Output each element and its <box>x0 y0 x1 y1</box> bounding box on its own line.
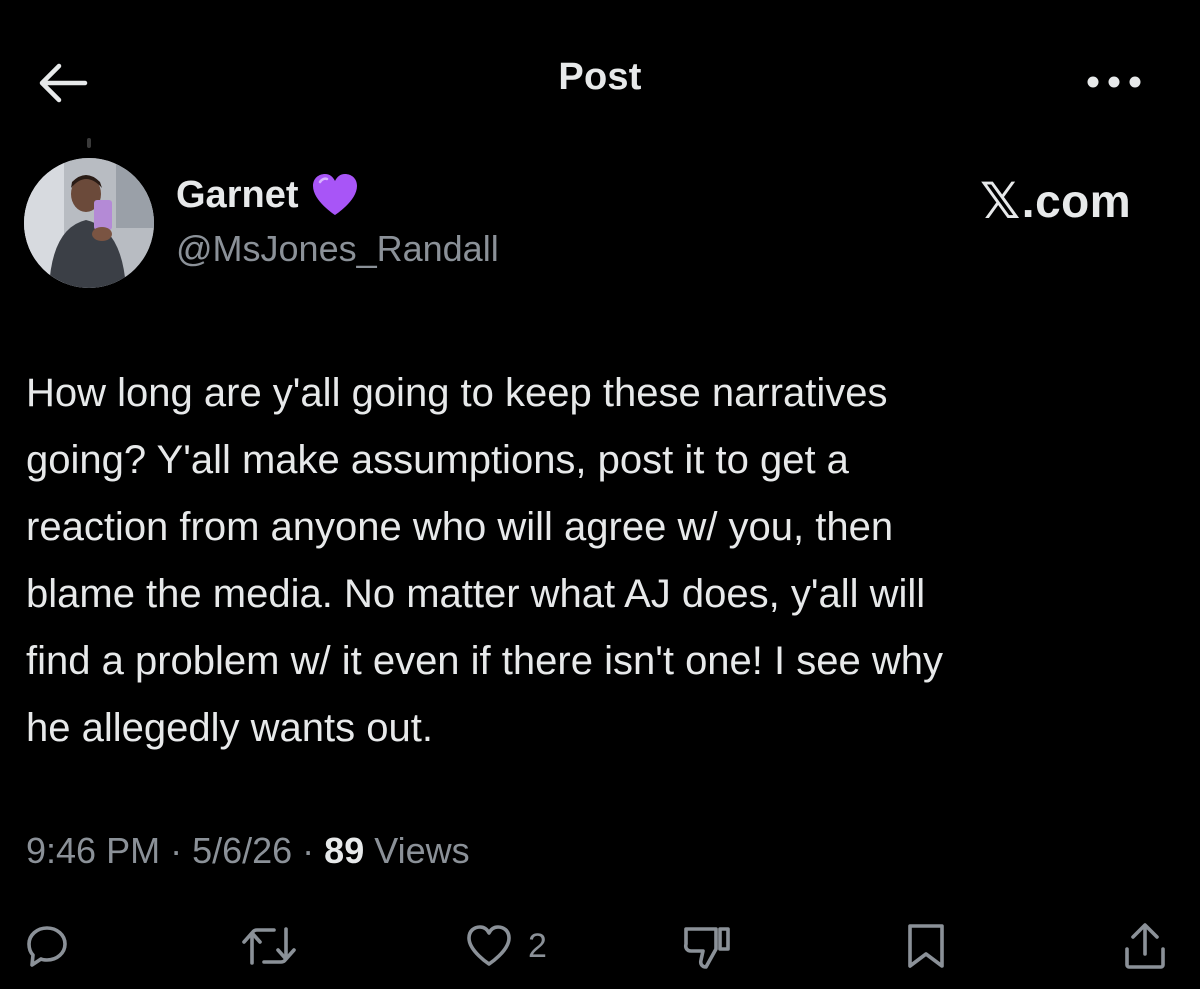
heart-outline-icon <box>467 925 511 966</box>
post-time[interactable]: 9:46 PM <box>26 830 160 872</box>
repost-button[interactable] <box>240 916 298 976</box>
meta-separator: · <box>170 830 183 871</box>
repost-icon <box>242 927 296 965</box>
meta-separator: · <box>302 830 315 871</box>
more-horizontal-icon <box>1087 76 1141 88</box>
top-bar: Post <box>0 0 1200 165</box>
post-body: How long are y'all going to keep these n… <box>26 371 943 750</box>
thread-connector <box>87 138 91 148</box>
x-logo: 𝕏 <box>980 172 1021 230</box>
avatar[interactable] <box>24 158 154 288</box>
page-title: Post <box>558 56 642 98</box>
like-button[interactable]: 2 <box>464 916 547 976</box>
action-bar: 2 <box>0 908 1200 978</box>
author-display-name[interactable]: Garnet <box>176 174 298 217</box>
reply-button[interactable] <box>24 916 70 976</box>
share-button[interactable] <box>1122 916 1168 976</box>
bookmark-icon <box>908 924 944 968</box>
reply-icon <box>27 926 67 967</box>
thumbs-down-icon <box>683 927 730 969</box>
post-date[interactable]: 5/6/26 <box>192 830 292 872</box>
author-name-row[interactable]: Garnet <box>176 172 360 218</box>
bookmark-button[interactable] <box>904 916 948 976</box>
views-label: Views <box>374 830 470 871</box>
avatar-photo <box>24 158 154 288</box>
like-count: 2 <box>528 926 547 965</box>
author-handle[interactable]: @MsJones_Randall <box>176 228 499 270</box>
share-icon <box>1125 923 1165 969</box>
purple-heart-icon <box>313 174 358 215</box>
watermark-text: .com <box>1021 175 1132 227</box>
views-count: 89 <box>324 830 365 871</box>
more-options-button[interactable] <box>1074 56 1154 108</box>
post-meta: 9:46 PM · 5/6/26 · 89 Views <box>26 830 470 872</box>
dislike-button[interactable] <box>680 916 734 976</box>
xcom-watermark: 𝕏 .com <box>980 172 1131 230</box>
